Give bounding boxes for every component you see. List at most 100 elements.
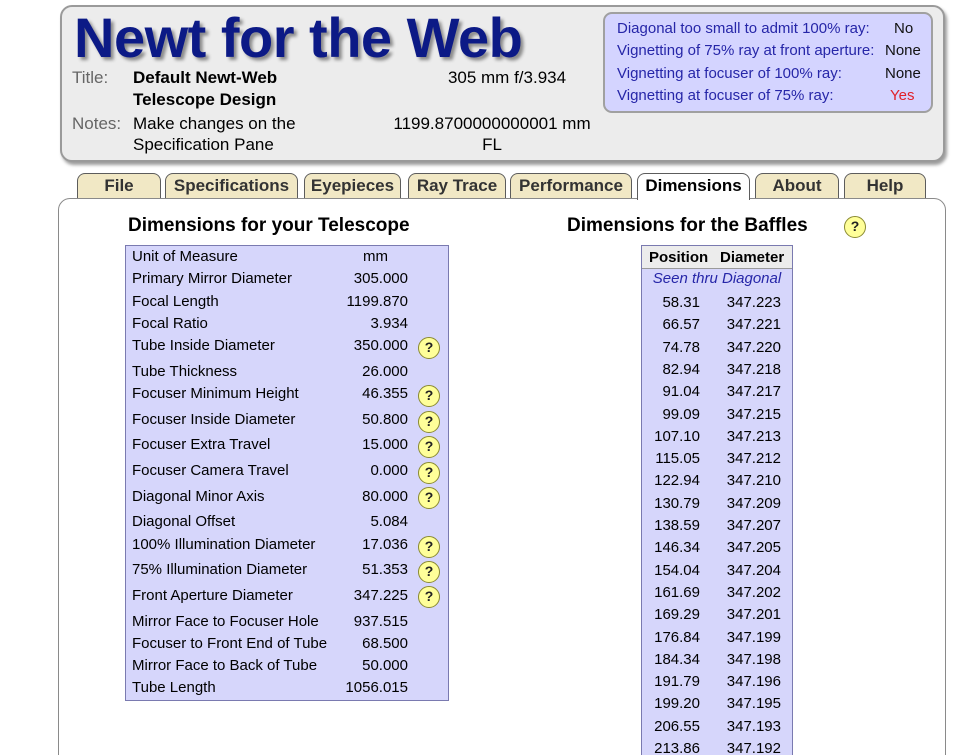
help-question-icon[interactable]: ? bbox=[418, 411, 440, 433]
baffle-position: 122.94 bbox=[654, 472, 700, 490]
tab-eyepieces[interactable]: Eyepieces bbox=[304, 173, 401, 199]
baffle-position: 58.31 bbox=[662, 294, 700, 311]
baffle-diameter: 347.201 bbox=[726, 606, 781, 624]
baffle-diameter: 347.220 bbox=[726, 338, 781, 356]
dimension-label: Tube Length bbox=[132, 679, 216, 696]
tab-ray-trace[interactable]: Ray Trace bbox=[408, 173, 506, 199]
help-question-icon[interactable]: ? bbox=[418, 385, 440, 407]
help-question-icon[interactable]: ? bbox=[418, 337, 440, 359]
baffle-position: 206.55 bbox=[654, 717, 700, 735]
help-question-icon[interactable]: ? bbox=[418, 462, 440, 484]
tab-dimensions[interactable]: Dimensions bbox=[637, 173, 750, 200]
baffle-diameter: 347.199 bbox=[726, 628, 781, 646]
baffle-diameter: 347.215 bbox=[726, 405, 781, 423]
help-question-icon[interactable]: ? bbox=[418, 536, 440, 558]
dimension-value: 347.225 bbox=[353, 587, 408, 604]
dimension-label: Unit of Measure bbox=[132, 248, 238, 265]
help-question-icon[interactable]: ? bbox=[418, 586, 440, 608]
dimension-label: Focuser Camera Travel bbox=[132, 462, 289, 479]
baffle-diameter: 347.198 bbox=[726, 650, 781, 668]
dimension-value: 5.084 bbox=[370, 513, 408, 530]
baffles-subheader: Seen thru Diagonal bbox=[652, 270, 782, 287]
dimension-label: Diagonal Offset bbox=[132, 513, 236, 530]
design-title-line2: Telescope Design bbox=[133, 90, 277, 109]
baffle-position: 91.04 bbox=[662, 383, 700, 401]
dimension-label: Focuser to Front End of Tube bbox=[132, 635, 328, 652]
warning-row: Vignetting at focuser of 75% ray: Yes bbox=[617, 87, 921, 109]
column-header-diameter: Diameter bbox=[720, 249, 785, 266]
tab-file[interactable]: File bbox=[77, 173, 161, 199]
dimension-label: Diagonal Minor Axis bbox=[132, 488, 265, 505]
warnings-panel: Diagonal too small to admit 100% ray: No… bbox=[603, 12, 933, 113]
baffle-diameter: 347.202 bbox=[726, 583, 781, 601]
baffle-diameter: 347.213 bbox=[726, 427, 781, 445]
help-question-icon[interactable]: ? bbox=[418, 487, 440, 509]
baffle-diameter: 347.207 bbox=[726, 517, 781, 534]
dimension-value: 80.000 bbox=[362, 488, 408, 505]
dimension-label: Mirror Face to Focuser Hole bbox=[132, 613, 319, 630]
baffle-diameter: 347.210 bbox=[726, 472, 781, 490]
dimension-label: Focal Length bbox=[132, 293, 219, 310]
dimension-value: 1056.015 bbox=[345, 679, 408, 696]
baffle-position: 213.86 bbox=[654, 740, 700, 755]
dimension-label: Front Aperture Diameter bbox=[132, 587, 293, 604]
baffle-position: 115.05 bbox=[655, 450, 700, 468]
dimension-label: 75% Illumination Diameter bbox=[132, 561, 308, 578]
dimension-value: 0.000 bbox=[370, 462, 408, 479]
baffle-position: 82.94 bbox=[662, 360, 700, 378]
dimension-value: mm bbox=[363, 248, 388, 265]
dimensions-table: Unit of Measure mm Primary Mirror Diamet… bbox=[125, 245, 449, 701]
tab-help[interactable]: Help bbox=[844, 173, 926, 199]
baffles-heading: Dimensions for the Baffles bbox=[567, 215, 808, 236]
focal-length-value: 1199.8700000000001 mm bbox=[393, 114, 591, 133]
help-question-icon[interactable]: ? bbox=[418, 436, 440, 458]
focal-length-unit: FL bbox=[482, 135, 502, 154]
dimension-value: 46.355 bbox=[362, 385, 408, 402]
baffle-position: 99.09 bbox=[662, 405, 700, 423]
baffle-position: 130.79 bbox=[654, 494, 700, 512]
dimension-value: 15.000 bbox=[362, 436, 408, 453]
dimension-label: Focuser Extra Travel bbox=[132, 436, 271, 453]
tab-specifications[interactable]: Specifications bbox=[165, 173, 298, 199]
baffle-diameter: 347.195 bbox=[726, 695, 781, 713]
baffle-position: 191.79 bbox=[654, 673, 700, 691]
baffle-position: 169.29 bbox=[654, 606, 700, 624]
baffle-position: 66.57 bbox=[662, 316, 700, 334]
notes-label: Notes: bbox=[72, 114, 122, 133]
warning-value: None bbox=[885, 65, 921, 82]
warning-label: Vignetting at focuser of 75% ray: bbox=[617, 87, 834, 104]
notes-line2: Specification Pane bbox=[133, 135, 274, 154]
dimension-value: 3.934 bbox=[370, 315, 408, 332]
warning-label: Vignetting at focuser of 100% ray: bbox=[617, 65, 842, 82]
baffle-diameter: 347.217 bbox=[726, 383, 781, 401]
warning-value: None bbox=[885, 42, 921, 59]
app-title: Newt for the Web bbox=[74, 6, 523, 69]
dimension-label: Tube Inside Diameter bbox=[132, 337, 275, 354]
dimension-value: 305.000 bbox=[353, 270, 408, 287]
help-question-icon[interactable]: ? bbox=[418, 561, 440, 583]
dimension-label: Primary Mirror Diameter bbox=[132, 270, 293, 287]
baffle-position: 184.34 bbox=[654, 650, 700, 668]
column-header-position: Position bbox=[649, 249, 709, 266]
baffle-position: 107.10 bbox=[654, 427, 700, 445]
dimension-label: 100% Illumination Diameter bbox=[132, 536, 316, 553]
design-title-line1: Default Newt-Web bbox=[133, 68, 278, 87]
help-question-icon[interactable]: ? bbox=[844, 216, 866, 238]
baffle-position: 176.84 bbox=[654, 628, 700, 646]
dimensions-heading: Dimensions for your Telescope bbox=[128, 215, 410, 236]
tab-performance[interactable]: Performance bbox=[510, 173, 632, 199]
warning-row: Vignetting of 75% ray at front aperture:… bbox=[617, 42, 921, 64]
baffle-diameter: 347.218 bbox=[726, 360, 781, 378]
dimension-label: Focuser Inside Diameter bbox=[132, 411, 296, 428]
aperture-ratio: 305 mm f/3.934 bbox=[447, 68, 567, 87]
dimension-value: 1199.870 bbox=[346, 293, 408, 310]
baffle-diameter: 347.205 bbox=[726, 539, 781, 557]
baffle-diameter: 347.212 bbox=[726, 450, 781, 468]
dimension-value: 26.000 bbox=[362, 363, 408, 380]
title-label: Title: bbox=[72, 68, 109, 87]
warning-value: Yes bbox=[890, 87, 915, 104]
baffle-diameter: 347.204 bbox=[726, 561, 781, 579]
header-panel: Newt for the Web Title: Default Newt-Web… bbox=[60, 5, 945, 162]
dimension-value: 937.515 bbox=[353, 613, 408, 630]
tab-about[interactable]: About bbox=[755, 173, 839, 199]
